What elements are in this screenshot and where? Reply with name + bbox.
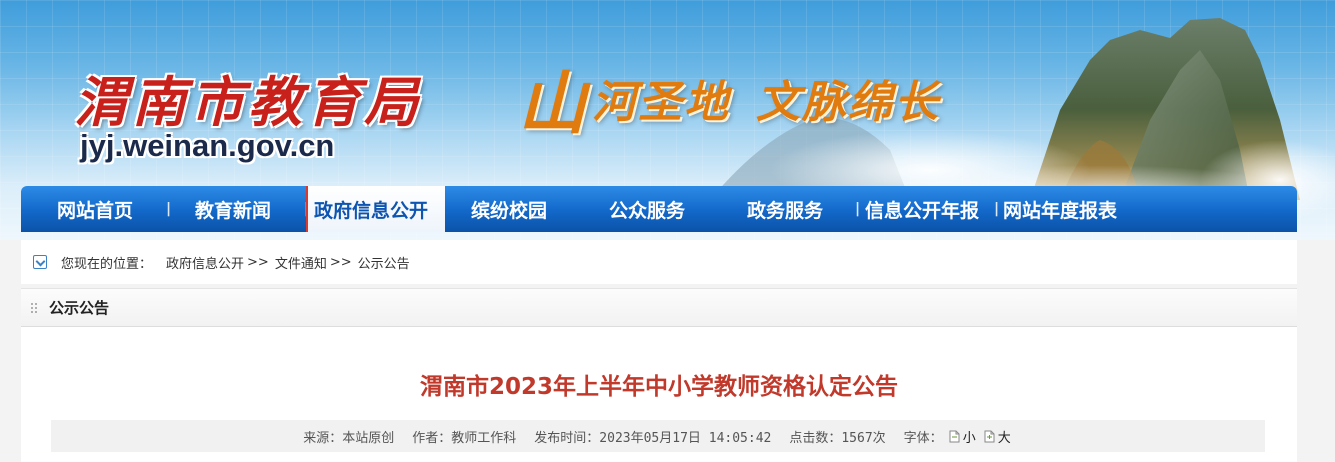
nav-item-public-service[interactable]: 公众服务 [609,186,685,232]
site-logo-title[interactable]: 渭南市教育局 [74,58,422,137]
font-size-label: 字体： [903,430,943,446]
article-author: 作者：教师工作科 [412,430,517,446]
breadcrumb: 您现在的位置： 政府信息公开 >> 文件通知 >> 公示公告 [21,240,1297,284]
dot-grid-icon [31,302,37,313]
page-small-icon[interactable] [949,430,960,443]
breadcrumb-link-notices[interactable]: 文件通知 [275,253,327,272]
slogan-big-char: 山 [518,64,589,144]
section-title: 公示公告 [49,299,110,317]
nav-separator: | [855,201,861,217]
article-hits: 点击数：1567次 [789,430,886,446]
slogan-part-2: 文脉绵长 [756,77,941,128]
font-large-link[interactable]: 大 [998,427,1011,446]
nav-item-education-news[interactable]: 教育新闻 [195,186,271,232]
breadcrumb-lead: 您现在的位置： [61,256,153,272]
article-publish-time: 发布时间：2023年05月17日 14:05:42 [534,430,772,446]
nav-item-home[interactable]: 网站首页 [57,186,133,232]
location-arrow-icon [33,255,47,269]
section-header: 公示公告 [21,289,1297,327]
nav-item-annual-statement[interactable]: 网站年度报表 [1003,186,1117,232]
site-logo-url[interactable]: jyj.weinan.gov.cn [80,128,334,164]
breadcrumb-separator: >> [329,254,352,270]
content-section: 公示公告 渭南市2023年上半年中小学教师资格认定公告 来源：本站原创 作者：教… [21,288,1297,462]
page-large-icon[interactable] [984,430,995,443]
font-small-link[interactable]: 小 [963,427,976,446]
breadcrumb-link-gov-info[interactable]: 政府信息公开 [166,253,244,272]
site-slogan: 山河圣地 文脉绵长 [518,48,940,147]
nav-item-campus[interactable]: 缤纷校园 [471,186,547,232]
article-title: 渭南市2023年上半年中小学教师资格认定公告 [419,374,898,400]
nav-separator: | [994,201,1000,217]
article-meta-bar: 来源：本站原创 作者：教师工作科 发布时间：2023年05月17日 14:05:… [51,420,1265,452]
slogan-part-1: 河圣地 [592,77,731,128]
nav-item-gov-info[interactable]: 政府信息公开 [306,186,445,232]
nav-item-gov-service[interactable]: 政务服务 [747,186,823,232]
nav-item-annual-report[interactable]: 信息公开年报 [865,186,979,232]
main-nav: 网站首页 | 教育新闻 | 政府信息公开 缤纷校园 公众服务 政务服务 | 信息… [21,186,1297,232]
breadcrumb-link-announcements[interactable]: 公示公告 [358,253,410,272]
nav-separator: | [166,201,172,217]
article-source: 来源：本站原创 [303,430,395,446]
breadcrumb-separator: >> [247,254,269,270]
